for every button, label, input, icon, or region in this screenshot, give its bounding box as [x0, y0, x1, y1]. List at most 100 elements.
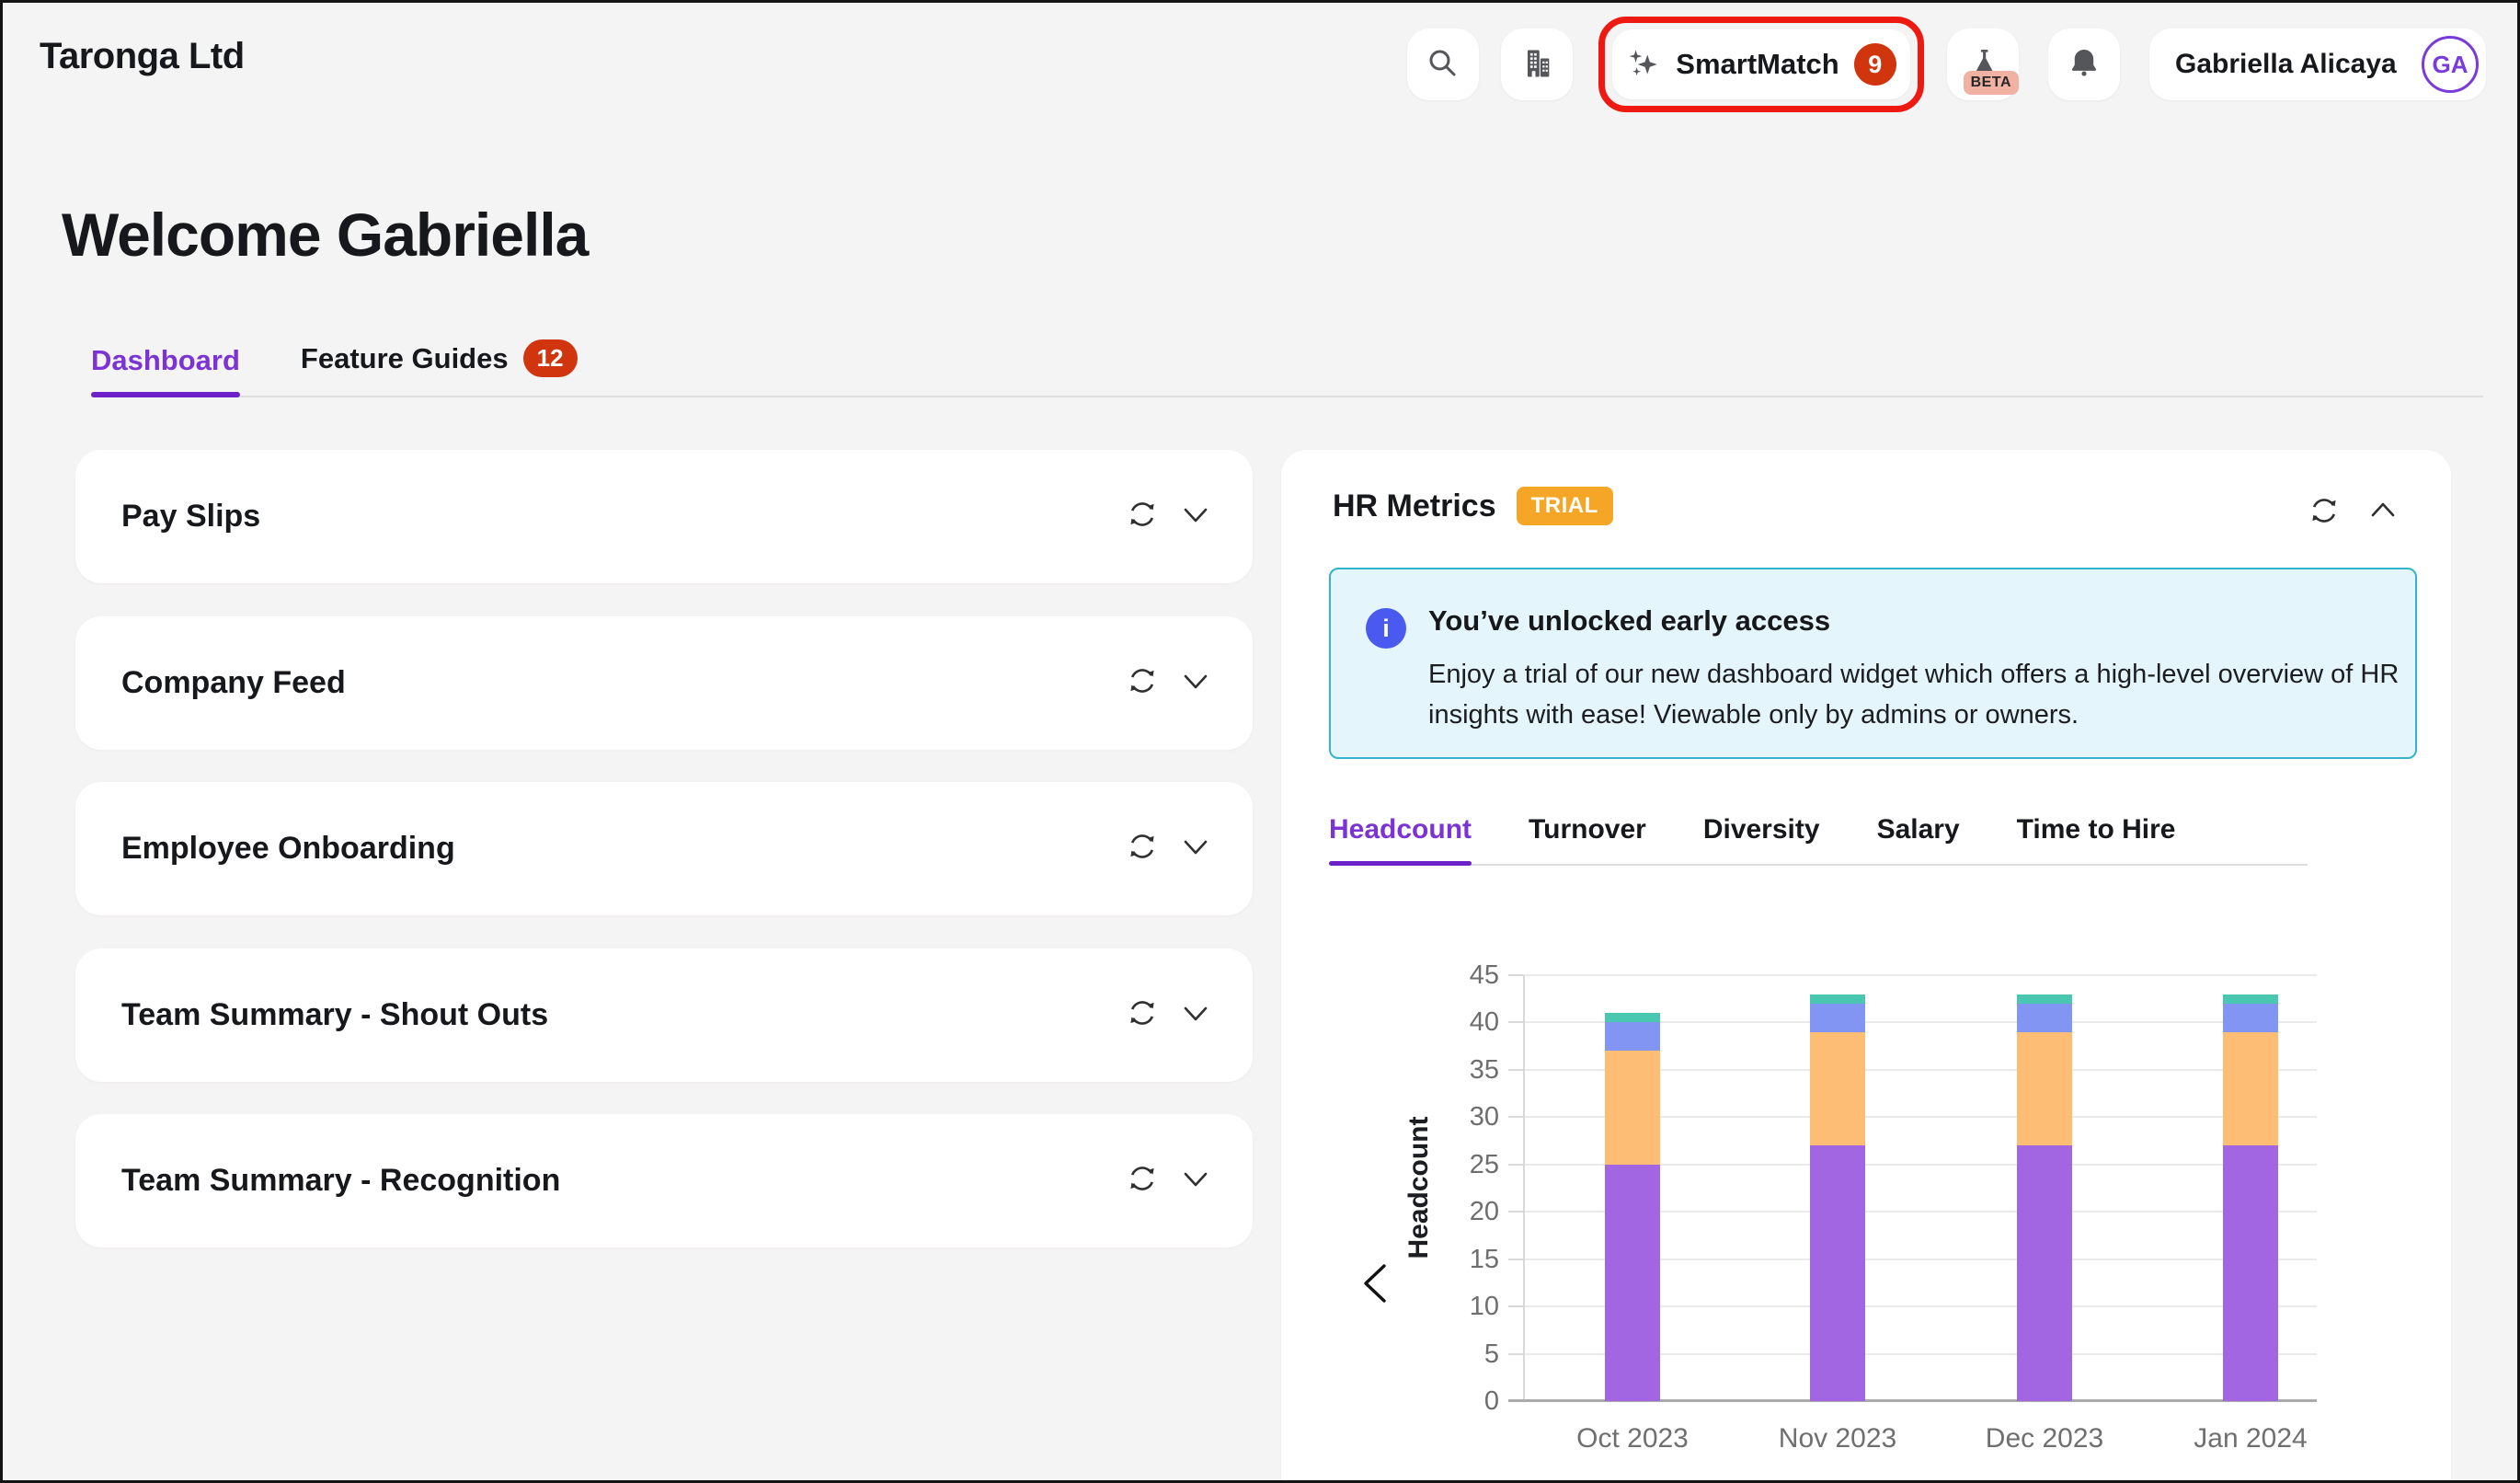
y-tick-label: 15	[1420, 1241, 1499, 1278]
search-button[interactable]	[1407, 29, 1479, 100]
company-name: Taronga Ltd	[40, 36, 245, 77]
building-icon	[1518, 45, 1555, 85]
y-tickmark	[1508, 1116, 1523, 1118]
x-tick-label: Nov 2023	[1779, 1423, 1896, 1454]
chevron-down-icon[interactable]	[1179, 498, 1212, 535]
widget-title: Team Summary - Shout Outs	[121, 997, 548, 1033]
profile-name: Gabriella Alicaya	[2175, 49, 2397, 80]
widget-card: Team Summary - Shout Outs	[75, 948, 1253, 1082]
refresh-icon[interactable]	[1124, 662, 1161, 704]
profile-button[interactable]: Gabriella Alicaya GA	[2149, 29, 2486, 100]
y-tickmark	[1508, 1259, 1523, 1260]
carousel-previous-button[interactable]	[1360, 1262, 1390, 1307]
y-tick-label: 40	[1420, 1004, 1499, 1040]
avatar: GA	[2422, 36, 2479, 93]
widget-title: Team Summary - Recognition	[121, 1163, 560, 1199]
beta-badge: BETA	[1964, 71, 2019, 95]
x-tick-label: Oct 2023	[1576, 1423, 1689, 1454]
chevron-left-icon	[1360, 1293, 1390, 1307]
beta-labs-button[interactable]: BETA	[1947, 29, 2019, 100]
y-tick-label: 35	[1420, 1052, 1499, 1088]
y-axis-label: Headcount	[1403, 1116, 1435, 1259]
widget-card: Pay Slips	[75, 450, 1253, 583]
organisations-button[interactable]	[1501, 29, 1573, 100]
headcount-chart: 051015202530354045Oct 2023Nov 2023Dec 20…	[1523, 975, 2317, 1401]
y-tick-label: 0	[1420, 1383, 1499, 1420]
tab-dashboard[interactable]: Dashboard	[91, 344, 240, 396]
widget-title: Company Feed	[121, 665, 346, 701]
smartmatch-highlight-annotation: SmartMatch 9	[1598, 17, 1924, 112]
bar-segment-orange	[1810, 1032, 1865, 1145]
early-access-notice: i You’ve unlocked early access Enjoy a t…	[1329, 568, 2417, 759]
y-tickmark	[1508, 1353, 1523, 1355]
info-icon: i	[1366, 608, 1406, 649]
smartmatch-button[interactable]: SmartMatch 9	[1612, 29, 1910, 99]
sparkles-icon	[1626, 46, 1661, 84]
widget-card: Team Summary - Recognition	[75, 1114, 1253, 1247]
chevron-down-icon[interactable]	[1179, 664, 1212, 702]
bar-segment-blue	[2223, 1004, 2278, 1032]
hr-tab-diversity[interactable]: Diversity	[1703, 814, 1820, 864]
search-icon	[1425, 45, 1461, 85]
y-tickmark	[1508, 1164, 1523, 1166]
bell-icon	[2066, 45, 2102, 85]
hr-tab-salary[interactable]: Salary	[1877, 814, 1960, 864]
y-tick-label: 20	[1420, 1193, 1499, 1230]
smartmatch-label: SmartMatch	[1676, 48, 1838, 81]
notifications-button[interactable]	[2048, 29, 2120, 100]
chevron-down-icon[interactable]	[1179, 1162, 1212, 1200]
stacked-bar-nov-2023	[1810, 994, 1865, 1401]
chevron-down-icon[interactable]	[1179, 996, 1212, 1034]
y-tick-label: 5	[1420, 1336, 1499, 1373]
bar-segment-purple	[1810, 1145, 1865, 1401]
bar-segment-teal	[1810, 994, 1865, 1004]
x-tick-label: Jan 2024	[2194, 1423, 2307, 1454]
x-tick-label: Dec 2023	[1986, 1423, 2103, 1454]
notice-title: You’ve unlocked early access	[1428, 604, 1830, 638]
gridline	[1523, 974, 2317, 976]
bar-segment-orange	[2223, 1032, 2278, 1145]
bar-segment-blue	[1605, 1022, 1660, 1051]
bar-segment-orange	[1605, 1051, 1660, 1164]
trial-badge: TRIAL	[1517, 487, 1613, 525]
notice-body: Enjoy a trial of our new dashboard widge…	[1428, 654, 2409, 735]
bar-segment-orange	[2017, 1032, 2072, 1145]
hr-tab-time-to-hire[interactable]: Time to Hire	[2017, 814, 2176, 864]
smartmatch-badge: 9	[1854, 43, 1896, 86]
bar-segment-teal	[2223, 994, 2278, 1004]
hr-tab-turnover[interactable]: Turnover	[1529, 814, 1646, 864]
hr-metrics-tabs: Headcount Turnover Diversity Salary Time to …	[1329, 814, 2308, 866]
widget-card: Employee Onboarding	[75, 782, 1253, 915]
stacked-bar-jan-2024	[2223, 994, 2278, 1401]
bar-segment-purple	[1605, 1165, 1660, 1401]
main-tabs: Dashboard Feature Guides 12	[91, 339, 2483, 397]
refresh-icon[interactable]	[1124, 828, 1161, 869]
y-tick-label: 30	[1420, 1098, 1499, 1135]
bar-segment-blue	[2017, 1004, 2072, 1032]
refresh-icon[interactable]	[1124, 994, 1161, 1036]
page-title: Welcome Gabriella	[62, 200, 588, 270]
hr-tab-headcount[interactable]: Headcount	[1329, 814, 1472, 864]
hr-metrics-title: HR Metrics	[1333, 489, 1496, 524]
chevron-down-icon[interactable]	[1179, 830, 1212, 868]
hr-metrics-card: HR Metrics TRIAL	[1281, 450, 2451, 1483]
app-window: Taronga Ltd	[0, 0, 2520, 1483]
bar-segment-purple	[2223, 1145, 2278, 1401]
feature-guides-badge: 12	[523, 339, 578, 377]
widget-title: Employee Onboarding	[121, 831, 455, 867]
refresh-icon[interactable]	[2306, 492, 2342, 534]
refresh-icon[interactable]	[1124, 1160, 1161, 1201]
stacked-bar-dec-2023	[2017, 994, 2072, 1401]
widget-card: Company Feed	[75, 616, 1253, 750]
y-tick-label: 10	[1420, 1288, 1499, 1325]
y-tickmark	[1508, 974, 1523, 976]
refresh-icon[interactable]	[1124, 496, 1161, 537]
y-tick-label: 45	[1420, 957, 1499, 994]
y-tickmark	[1508, 1211, 1523, 1213]
y-axis-line	[1523, 975, 1525, 1401]
chevron-up-icon[interactable]	[2366, 494, 2400, 532]
bar-segment-purple	[2017, 1145, 2072, 1401]
bar-segment-blue	[1810, 1004, 1865, 1032]
widget-title: Pay Slips	[121, 499, 260, 535]
tab-feature-guides[interactable]: Feature Guides 12	[301, 339, 578, 396]
